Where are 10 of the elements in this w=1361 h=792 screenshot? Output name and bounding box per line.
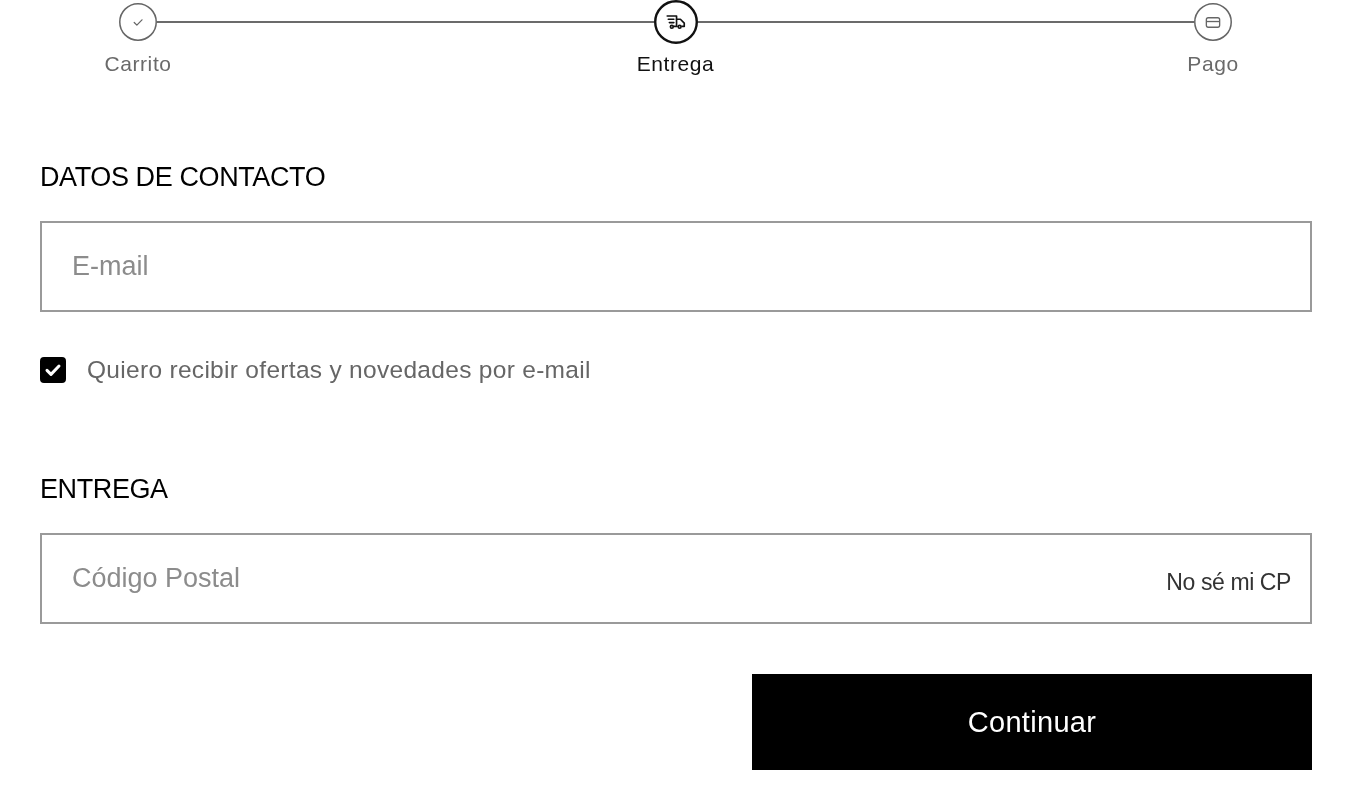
checkbox-label: Quiero recibir ofertas y novedades por e-mail <box>87 356 591 384</box>
section-heading: ENTREGA <box>40 473 168 505</box>
email-field[interactable]: E-mail <box>40 221 1312 312</box>
checkbox[interactable] <box>40 357 66 383</box>
postal-code-help-link[interactable]: No sé mi CP <box>1166 568 1291 596</box>
step-label: Pago <box>1187 52 1239 76</box>
step-label: Entrega <box>636 52 715 76</box>
step-label: Carrito <box>104 52 172 76</box>
section-heading: DATOS DE CONTACTO <box>40 161 326 193</box>
continue-button[interactable]: Continuar <box>752 674 1312 770</box>
